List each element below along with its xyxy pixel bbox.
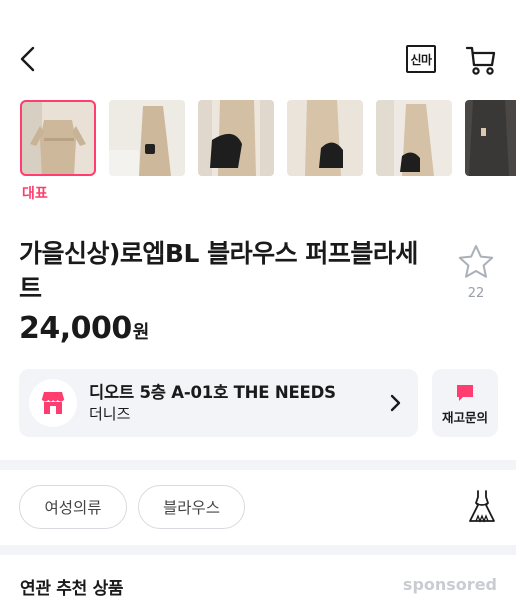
chevron-right-icon	[387, 393, 403, 413]
tag-chip-label: 여성의류	[44, 499, 102, 517]
stock-inquiry-button[interactable]: 재고문의	[432, 369, 498, 437]
thumbnail-image[interactable]	[465, 100, 516, 176]
section-divider	[0, 545, 516, 555]
chat-bubble-icon	[455, 383, 475, 403]
sponsored-label: sponsored	[402, 575, 497, 594]
thumbnail-image[interactable]	[20, 100, 96, 176]
product-title: 가을신상)로엡BL 블라우스 퍼프블라세트	[19, 239, 418, 303]
store-icon	[29, 379, 77, 427]
product-price: 24,000원	[19, 311, 149, 346]
section-divider	[0, 460, 516, 470]
main-image-label: 대표	[22, 186, 48, 202]
store-subname: 더니즈	[89, 405, 131, 423]
thumbnail-strip	[20, 100, 516, 178]
top-bar: 신마	[0, 0, 516, 96]
price-value: 24,000	[19, 311, 132, 346]
stock-inquiry-label: 재고문의	[441, 410, 488, 425]
store-name: 디오트 5층 A-01호 THE NEEDS	[89, 383, 336, 402]
tag-chip[interactable]: 여성의류	[19, 485, 127, 529]
thumbnail-image[interactable]	[198, 100, 274, 176]
dress-icon[interactable]	[466, 489, 498, 525]
favorite-count: 22	[467, 286, 485, 301]
shinma-label: 신마	[410, 52, 432, 67]
thumbnail-image[interactable]	[376, 100, 452, 176]
price-currency: 원	[132, 322, 150, 343]
tag-chip[interactable]: 블라우스	[138, 485, 245, 529]
favorite-button[interactable]: 22	[454, 242, 498, 302]
tag-chip-label: 블라우스	[162, 499, 221, 517]
shinma-button[interactable]: 신마	[406, 45, 436, 73]
thumbnail-image[interactable]	[287, 100, 363, 176]
store-card[interactable]: 디오트 5층 A-01호 THE NEEDS 더니즈	[19, 369, 418, 437]
recommend-title: 연관 추천 상품	[20, 579, 124, 599]
star-icon	[458, 245, 494, 278]
thumbnail-image[interactable]	[109, 100, 185, 176]
cart-icon[interactable]	[464, 42, 498, 76]
back-arrow-icon[interactable]	[14, 42, 46, 76]
